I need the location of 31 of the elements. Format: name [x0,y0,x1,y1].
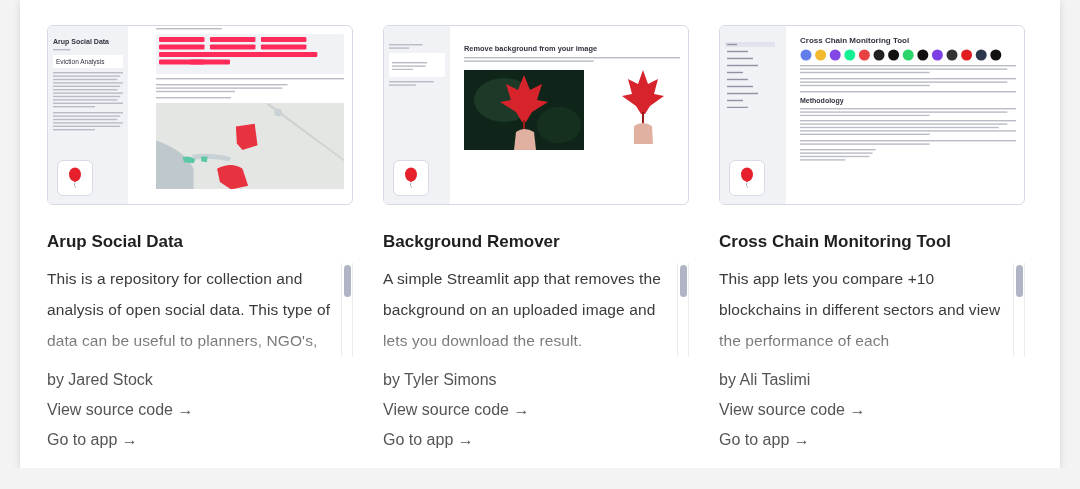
drop-zone[interactable] [389,53,445,78]
text-lines-drawing [53,49,71,51]
text-lines-drawing [389,44,423,50]
card-link[interactable]: Go to app → [719,425,810,455]
card-link[interactable]: View source code → [719,395,866,425]
balloon-icon [68,167,82,189]
file-row-drawing [389,81,434,87]
page-heading: Cross Chain Monitoring Tool [800,36,911,45]
card-description: This is a repository for collection and analysis of open social data. This type of data can be useful to planners, NGO's, [47,269,332,351]
balloon-icon [404,167,418,189]
card-title: Arup Social Data [47,232,185,253]
card-title: Cross Chain Monitoring Tool [719,232,952,253]
text-lines-drawing [156,28,222,30]
scrollbar[interactable] [341,263,353,357]
card-link[interactable]: View source code → [383,395,530,425]
card-link[interactable]: View source code → [47,395,194,425]
author-text: by Tyler Simons [383,370,498,390]
balloon-icon [740,167,754,189]
text-lines-drawing [53,112,123,131]
text-lines-drawing [53,72,123,108]
author-text: by Ali Taslimi [719,370,812,390]
card-description: A simple Streamlit app that removes the background on an uploaded image and lets you download the result. [383,269,662,351]
sidebar-nav-drawing [725,42,775,108]
card-link[interactable]: Go to app → [383,425,474,455]
scrollbar[interactable] [677,263,689,357]
text-lines-drawing [392,61,427,71]
card-link[interactable]: Go to app → [47,425,138,455]
scrollbar[interactable] [1013,263,1025,357]
card-description: This app lets you compare +10 blockchains in different sectors and view the performance of each [719,269,1002,351]
card-title: Background Remover [383,232,561,253]
author-text: by Jared Stock [47,370,154,390]
